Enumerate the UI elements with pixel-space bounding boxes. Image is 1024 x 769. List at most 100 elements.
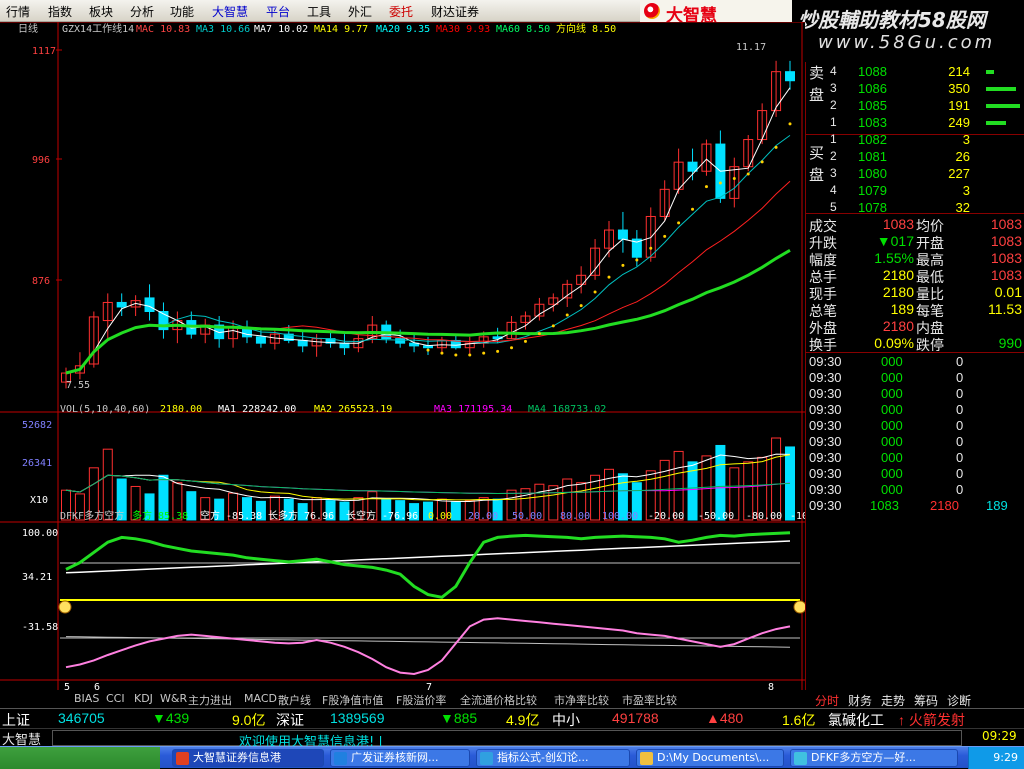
bid-volume: 227 <box>948 166 970 181</box>
tick-volume: 2180 <box>930 498 959 513</box>
panel-tab-0[interactable]: 分时 <box>815 692 839 709</box>
menu-item-6[interactable]: 平台 <box>266 3 290 20</box>
indicator-tab[interactable]: 市净率比较 <box>554 692 609 708</box>
indicator-tab[interactable]: BIAS <box>74 692 99 705</box>
volume-bar <box>186 491 197 521</box>
indicator-tab[interactable]: 市盈率比较 <box>622 692 677 708</box>
menu-item-3[interactable]: 分析 <box>130 3 154 20</box>
menu-item-9[interactable]: 委托 <box>389 3 413 20</box>
direction-dot <box>454 353 458 357</box>
ma-legend-item: MAC 10.83 <box>136 24 190 35</box>
indicator-header-item: 0.00 <box>428 511 452 522</box>
tick-time: 09:30 <box>809 434 842 449</box>
direction-dot <box>593 290 597 294</box>
indicator-tabs: BIAS CCI KDJ W&R 主力进出 MACD 散户线 F股净值市值 F股溢价率 全流通价格… <box>0 690 805 708</box>
candle-body <box>297 339 308 347</box>
indicator-header-item: 50.00 <box>512 511 542 522</box>
ma-legend-item: MA14 9.77 <box>314 24 368 35</box>
indicator-tab[interactable]: MACD <box>244 692 277 705</box>
price-tick: 876 <box>32 276 50 287</box>
sh-label: 上证 <box>2 712 30 728</box>
sz-label: 深证 <box>276 712 304 728</box>
kline-header: GZX14工作线14 <box>62 22 134 35</box>
indicator-header-item: DFKF多方空方 <box>60 509 124 522</box>
indicator-tab[interactable]: 全流通价格比较 <box>460 692 537 708</box>
menu-item-2[interactable]: 板块 <box>89 3 113 20</box>
sz-value: 1389569 <box>330 710 385 726</box>
chart-area[interactable]: 日线 GZX14工作线14 MAC 10.83 MA3 10.66 MA7 10.02 M… <box>0 22 805 708</box>
taskbar-item[interactable]: 广发证券核新网... <box>330 749 470 767</box>
candle-body <box>116 301 127 308</box>
indicator-tab[interactable]: 散户线 <box>278 692 311 708</box>
taskbar-item[interactable]: 指标公式-创幻论... <box>476 749 630 767</box>
tick-time: 09:30 <box>809 370 842 385</box>
tick-volume: 0 <box>956 402 964 417</box>
indicator-header-item: 多方 85.38 <box>132 509 188 522</box>
smiley-icon <box>793 600 805 614</box>
taskbar-item[interactable]: 大智慧证券信息港 <box>172 749 324 767</box>
zx-amount: 1.6亿 <box>782 712 816 728</box>
direction-dot <box>523 339 527 343</box>
menu-item-7[interactable]: 工具 <box>307 3 331 20</box>
direction-dot <box>565 313 569 317</box>
bid-volume: 26 <box>955 149 970 164</box>
sz-amount: 4.9亿 <box>506 712 540 728</box>
ma-legend-item: MA30 9.93 <box>436 24 490 35</box>
direction-dot <box>496 349 500 353</box>
status-time: 09:29 <box>982 729 1017 743</box>
direction-dot <box>774 145 778 149</box>
tick-time: 09:30 <box>809 466 842 481</box>
index-bar: 上证 346705 ▼439 9.0亿 深证 1389569 ▼885 4.9亿… <box>0 708 1024 728</box>
indicator-header-item: -20.00 <box>648 511 684 522</box>
taskbar-item[interactable]: D:\My Documents\... <box>636 749 784 767</box>
vol-header-item: MA1 228242.00 <box>218 404 296 415</box>
ask-price: 1085 <box>858 98 887 113</box>
direction-dot <box>691 207 695 211</box>
direction-dot <box>649 246 653 250</box>
low-label: 7.55 <box>66 380 90 391</box>
indicator-header-item: 100.00 <box>602 511 638 522</box>
start-area[interactable] <box>0 747 160 769</box>
direction-dot <box>677 221 681 225</box>
menu-item-4[interactable]: 功能 <box>170 3 194 20</box>
ask-volume: 214 <box>948 64 970 79</box>
panel-tab-3[interactable]: 筹码 <box>914 692 938 709</box>
menu-item-0[interactable]: 行情 <box>6 3 30 20</box>
indicator-tab[interactable]: F股净值市值 <box>322 692 383 708</box>
ask-bar <box>986 70 994 74</box>
taskbar-item[interactable]: DFKF多方空方—好... <box>790 749 958 767</box>
panel-tab-2[interactable]: 走势 <box>881 692 905 709</box>
period-label[interactable]: 日线 <box>18 22 38 35</box>
chart-bg <box>0 22 805 708</box>
app-icon <box>640 752 653 765</box>
menu-item-10[interactable]: 财达证券 <box>431 3 479 20</box>
bid-volume: 3 <box>962 132 970 147</box>
panel-tab-4[interactable]: 诊断 <box>947 692 971 709</box>
app-icon <box>794 752 807 765</box>
indicator-tab[interactable]: W&R <box>160 692 187 705</box>
menu-item-8[interactable]: 外汇 <box>348 3 372 20</box>
panel-tab-1[interactable]: 财务 <box>848 692 872 709</box>
tick-price: 000 <box>881 402 903 417</box>
indicator-header-item: 80.00 <box>560 511 590 522</box>
tick-price: 000 <box>881 466 903 481</box>
volume-bar <box>450 501 461 521</box>
separator <box>806 134 1024 135</box>
smiley-icon <box>58 600 72 614</box>
ma-legend-item: MA20 9.35 <box>376 24 430 35</box>
indicator-tab[interactable]: F股溢价率 <box>396 692 446 708</box>
menu-item-5[interactable]: 大智慧 <box>212 3 248 20</box>
system-tray: 9:29 <box>968 747 1024 769</box>
ask-level: 1 <box>830 115 837 129</box>
direction-dot <box>440 351 444 355</box>
menu-item-1[interactable]: 指数 <box>48 3 72 20</box>
separator <box>806 213 1024 214</box>
clock: 9:29 <box>993 751 1018 764</box>
bid-level: 4 <box>830 183 837 197</box>
indicator-tab[interactable]: KDJ <box>134 692 153 705</box>
indicator-tab[interactable]: CCI <box>106 692 125 705</box>
indicator-tab[interactable]: 主力进出 <box>188 692 232 708</box>
vol-header-item: MA4 168733.02 <box>528 404 606 415</box>
news-ticker: 欢迎使用大智慧信息港! | <box>52 730 962 750</box>
direction-dot <box>663 234 667 238</box>
